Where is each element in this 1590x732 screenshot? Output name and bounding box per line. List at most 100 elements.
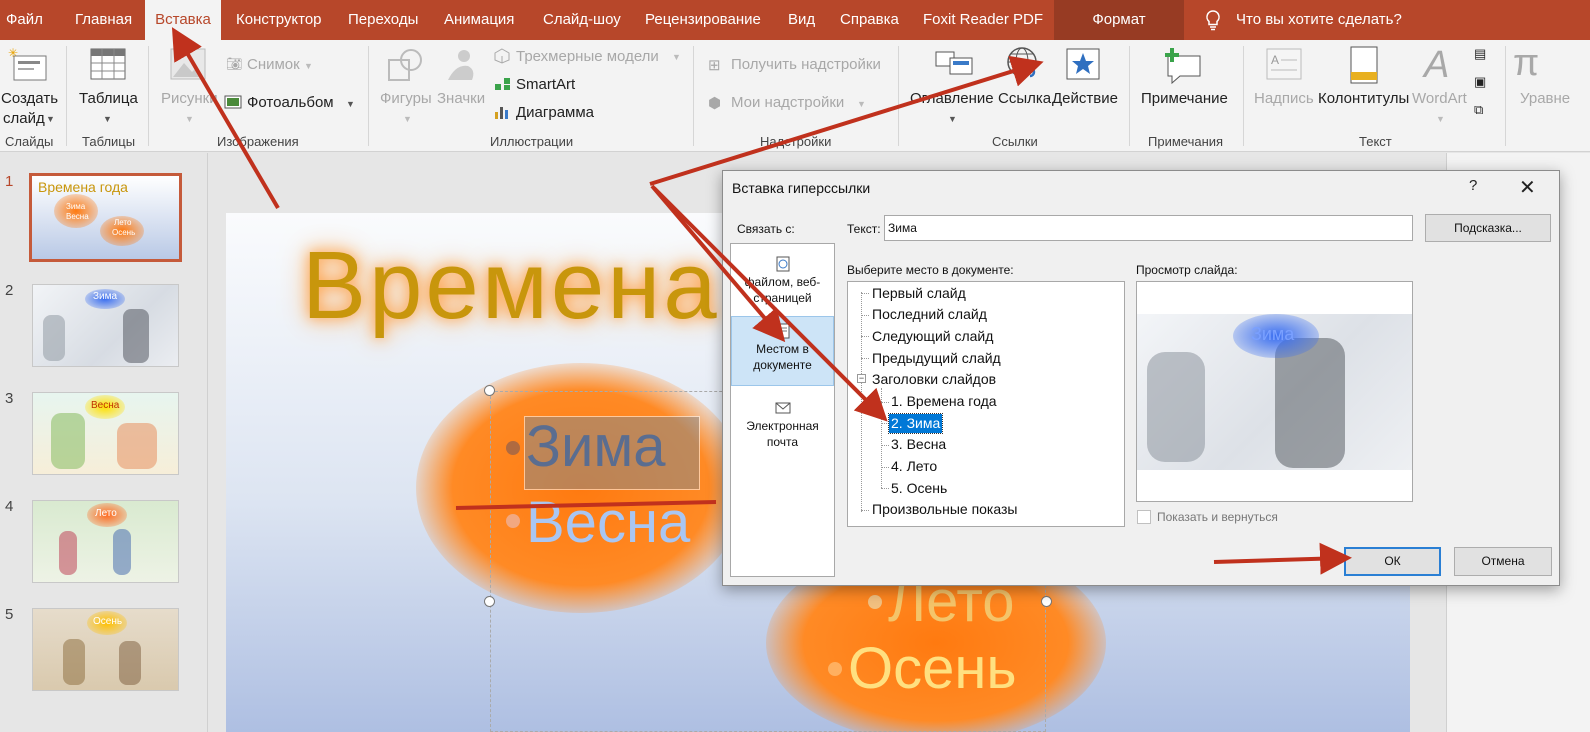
resize-handle[interactable]	[484, 596, 495, 607]
bullet-autumn[interactable]: Осень	[848, 635, 1017, 702]
wordart-button[interactable]: WordArt	[1412, 90, 1467, 107]
tree-guide	[861, 315, 869, 316]
new-slide-label-1[interactable]: Создать	[1, 90, 58, 107]
tab-format[interactable]: Формат	[1054, 0, 1184, 40]
bullet-winter[interactable]: Зима	[526, 413, 666, 480]
tree-item-slide-5[interactable]: 5. Осень	[889, 479, 949, 498]
bullet-spring[interactable]: Весна	[526, 489, 690, 556]
tree-item-slide-2[interactable]: 2. Зима	[887, 413, 944, 434]
show-and-return-checkbox[interactable]	[1137, 510, 1151, 524]
thumb-title: Зима	[93, 291, 118, 302]
chart-button[interactable]: Диаграмма	[516, 104, 594, 121]
table-button[interactable]: Таблица	[79, 90, 138, 107]
resize-handle[interactable]	[484, 385, 495, 396]
insert-hyperlink-dialog: Вставка гиперссылки ? ✕ Связать с: файло…	[722, 170, 1560, 586]
tree-item-next-slide[interactable]: Следующий слайд	[870, 327, 995, 346]
thumb-title: Весна	[91, 400, 120, 411]
tab-review[interactable]: Рецензирование	[645, 0, 761, 40]
screentip-button[interactable]: Подсказка...	[1425, 214, 1551, 242]
tab-view[interactable]: Вид	[788, 0, 815, 40]
thumbnail-slide-5[interactable]: Осень	[32, 608, 179, 691]
group-divider	[1129, 46, 1130, 146]
tell-me-search[interactable]: Что вы хотите сделать?	[1236, 0, 1402, 40]
ok-button[interactable]: ОК	[1344, 547, 1441, 576]
comment-icon	[1165, 48, 1201, 85]
chevron-down-icon[interactable]: ▼	[403, 114, 412, 124]
tree-item-slide-3[interactable]: 3. Весна	[889, 435, 948, 454]
group-divider	[898, 46, 899, 146]
object-icon[interactable]: ⧉	[1474, 102, 1483, 118]
shapes-button[interactable]: Фигуры	[380, 90, 432, 107]
tree-item-first-slide[interactable]: Первый слайд	[870, 284, 968, 303]
link-button[interactable]: Ссылка	[998, 90, 1051, 107]
action-button[interactable]: Действие	[1052, 90, 1118, 107]
document-place-icon	[777, 323, 789, 339]
thumb-number: 1	[5, 173, 14, 190]
zoom-button[interactable]: Оглавление	[910, 90, 994, 107]
tree-item-slide-1[interactable]: 1. Времена года	[889, 392, 999, 411]
chevron-down-icon[interactable]: ▼	[857, 99, 866, 109]
group-links: Ссылки	[992, 134, 1038, 149]
icons-button[interactable]: Значки	[437, 90, 485, 107]
tab-file[interactable]: Файл	[6, 0, 43, 40]
textbox-button[interactable]: Надпись	[1254, 90, 1314, 107]
collapse-icon[interactable]: −	[857, 374, 866, 383]
tab-slideshow[interactable]: Слайд-шоу	[543, 0, 621, 40]
date-time-icon[interactable]: ▤	[1474, 46, 1486, 62]
slide-thumbnails-pane: 1 Времена года Зима Весна Лето Осень 2 З…	[0, 153, 208, 732]
tab-help[interactable]: Справка	[840, 0, 899, 40]
group-divider	[1505, 46, 1506, 146]
tree-item-custom-shows[interactable]: Произвольные показы	[870, 500, 1019, 519]
tab-foxit[interactable]: Foxit Reader PDF	[923, 0, 1043, 40]
tab-insert[interactable]: Вставка	[145, 0, 221, 40]
resize-handle[interactable]	[1041, 596, 1052, 607]
comment-button[interactable]: Примечание	[1141, 90, 1228, 107]
link-email[interactable]: Электронная почта	[731, 400, 834, 450]
tab-animations[interactable]: Анимация	[444, 0, 514, 40]
tab-home[interactable]: Главная	[75, 0, 132, 40]
tab-transitions[interactable]: Переходы	[348, 0, 418, 40]
store-icon: ⊞	[708, 57, 721, 74]
smartart-icon	[495, 78, 510, 90]
tab-design[interactable]: Конструктор	[236, 0, 322, 40]
equation-button[interactable]: Уравне	[1520, 90, 1570, 107]
chevron-down-icon[interactable]: ▼	[948, 114, 957, 124]
chevron-down-icon[interactable]: ▼	[185, 114, 194, 124]
slide-number-icon[interactable]: ▣	[1474, 74, 1486, 90]
pictures-button[interactable]: Рисунки	[161, 90, 218, 107]
3d-models-button[interactable]: Трехмерные модели	[516, 48, 659, 65]
photo-album-icon	[224, 95, 242, 109]
chevron-down-icon[interactable]: ▼	[346, 99, 355, 109]
header-footer-button[interactable]: Колонтитулы	[1318, 90, 1409, 107]
thumbnail-slide-3[interactable]: Весна	[32, 392, 179, 475]
chevron-down-icon[interactable]: ▼	[1436, 114, 1445, 124]
chevron-down-icon[interactable]: ▼	[304, 61, 313, 71]
3d-models-icon	[494, 48, 510, 64]
tree-item-last-slide[interactable]: Последний слайд	[870, 305, 989, 324]
display-text-input[interactable]: Зима	[884, 215, 1413, 241]
tree-item-slide-4[interactable]: 4. Лето	[889, 457, 939, 476]
smartart-button[interactable]: SmartArt	[516, 76, 575, 93]
cancel-button[interactable]: Отмена	[1454, 547, 1552, 576]
new-slide-label-2[interactable]: слайд	[3, 110, 45, 127]
group-images: Изображения	[217, 134, 299, 149]
screenshot-button[interactable]: Снимок	[247, 56, 300, 73]
link-globe-icon	[1007, 47, 1037, 78]
get-addins-button[interactable]: Получить надстройки	[731, 56, 881, 73]
link-email-label: Электронная почта	[746, 419, 819, 449]
thumbnail-slide-1[interactable]: Времена года Зима Весна Лето Осень	[29, 173, 182, 262]
thumbnail-slide-4[interactable]: Лето	[32, 500, 179, 583]
tree-item-prev-slide[interactable]: Предыдущий слайд	[870, 349, 1003, 368]
tree-item-slide-titles[interactable]: Заголовки слайдов	[870, 370, 998, 389]
chevron-down-icon[interactable]: ▼	[672, 52, 681, 62]
action-icon	[1066, 48, 1100, 80]
photo-album-button[interactable]: Фотоальбом	[247, 94, 334, 111]
help-button[interactable]: ?	[1469, 177, 1477, 194]
link-existing-file[interactable]: файлом, веб-страницей	[731, 256, 834, 306]
chevron-down-icon[interactable]: ▼	[46, 114, 55, 124]
link-place-in-document[interactable]: Местом в документе	[731, 316, 834, 386]
close-icon[interactable]: ✕	[1519, 175, 1536, 200]
my-addins-button[interactable]: Мои надстройки	[731, 94, 844, 111]
thumbnail-slide-2[interactable]: Зима	[32, 284, 179, 367]
chevron-down-icon[interactable]: ▼	[103, 114, 112, 124]
